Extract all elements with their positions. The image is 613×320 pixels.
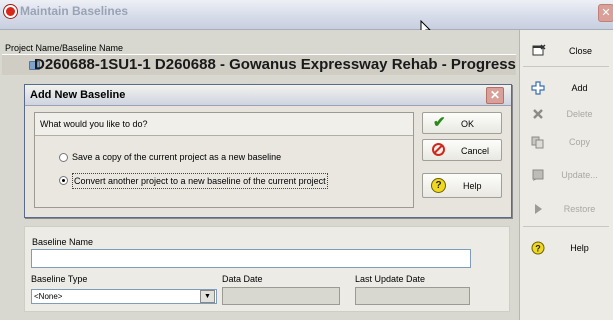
convert-project-label[interactable]: Convert another project to a new baselin… — [72, 173, 328, 189]
cancel-button-label: Cancel — [461, 146, 490, 156]
copy-button[interactable]: Copy — [523, 130, 610, 154]
cancel-button[interactable]: Cancel — [422, 139, 502, 161]
baseline-type-value: <None> — [34, 292, 63, 301]
delete-button[interactable]: Delete — [523, 102, 610, 126]
dialog-close-button[interactable]: ✕ — [486, 87, 504, 104]
help-button-label: Help — [570, 243, 589, 253]
question-label: What would you like to do? — [40, 119, 148, 129]
ok-button-label: OK — [461, 119, 475, 129]
copy-button-label: Copy — [568, 137, 590, 147]
update-button[interactable]: Update... — [523, 163, 610, 187]
app-logo-icon — [4, 5, 17, 18]
baseline-type-label: Baseline Type — [31, 274, 88, 284]
data-date-label: Data Date — [222, 274, 263, 284]
save-copy-radio[interactable] — [59, 153, 68, 162]
close-button-label: Close — [568, 46, 592, 56]
dialog-help-button-label: Help — [463, 181, 482, 191]
toolbar-divider — [523, 226, 609, 227]
help-icon: ? — [431, 178, 446, 193]
dialog-help-button[interactable]: ? Help — [422, 173, 502, 198]
radio-selected-dot — [62, 179, 65, 182]
convert-project-radio[interactable] — [59, 176, 68, 185]
add-button-label: Add — [571, 83, 588, 93]
window-close-button[interactable]: ✕ — [598, 4, 613, 22]
last-update-date-label: Last Update Date — [355, 274, 426, 284]
delete-button-label: Delete — [566, 109, 593, 119]
project-name: D260688-1SU1-1 D260688 - Gowanus Express… — [34, 56, 516, 73]
window-title: Maintain Baselines — [20, 4, 129, 18]
chevron-down-icon[interactable]: ▼ — [200, 290, 215, 303]
update-button-label: Update... — [561, 170, 598, 180]
restore-button-label: Restore — [563, 204, 596, 214]
baseline-name-input[interactable] — [31, 249, 471, 268]
ok-button[interactable]: ✔ OK — [422, 112, 502, 134]
data-date-field — [222, 287, 340, 305]
last-update-date-field — [355, 287, 470, 305]
restore-button[interactable]: Restore — [523, 197, 610, 221]
baseline-name-label: Baseline Name — [32, 237, 94, 247]
project-column-header: Project Name/Baseline Name — [5, 43, 124, 53]
checkmark-icon: ✔ — [433, 114, 446, 131]
close-button[interactable]: Close — [523, 38, 610, 62]
save-copy-label[interactable]: Save a copy of the current project as a … — [72, 150, 281, 164]
add-button[interactable]: Add — [523, 76, 610, 100]
dialog-title: Add New Baseline — [30, 89, 126, 101]
toolbar-divider — [523, 66, 609, 67]
cancel-icon — [432, 143, 445, 156]
help-button[interactable]: ? Help — [523, 236, 610, 260]
